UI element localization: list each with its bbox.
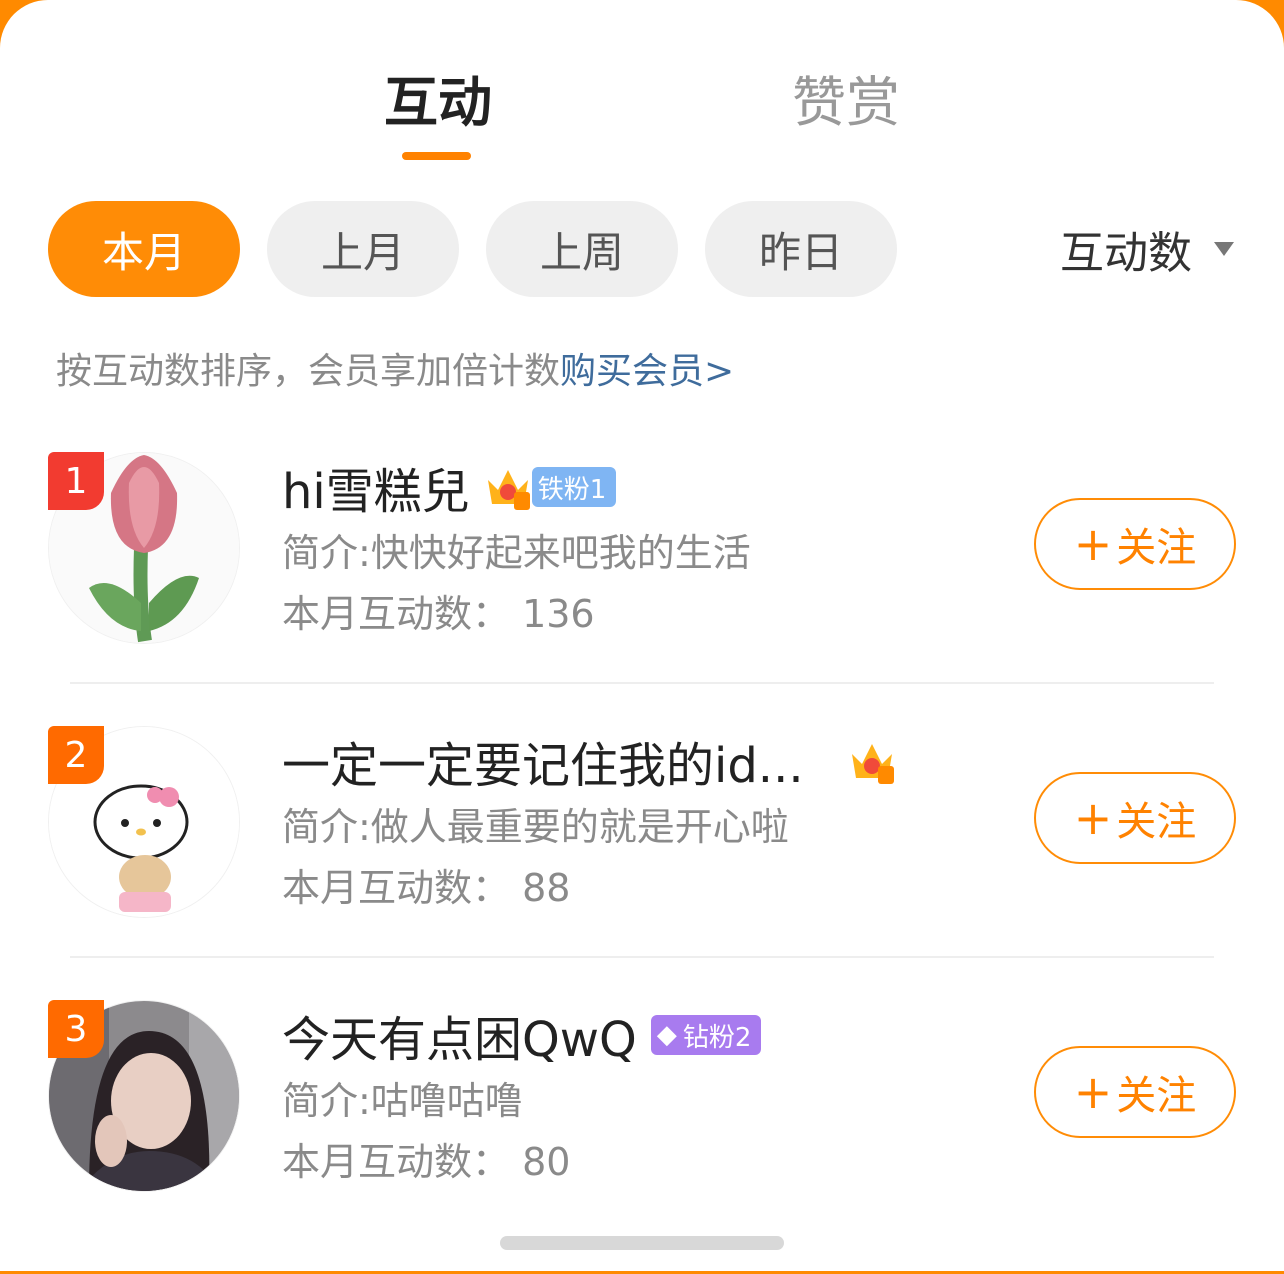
tab-reward[interactable]: 赞赏 bbox=[792, 58, 900, 137]
list-item[interactable]: 3 今天有点困QwQ ◆ 钻粉2 简介:咕噜咕噜 本月互动数： 80 + 关注 bbox=[0, 1000, 1284, 1274]
tab-interaction[interactable]: 互动 bbox=[384, 58, 492, 137]
divider bbox=[70, 956, 1214, 958]
plus-icon: + bbox=[1073, 517, 1113, 571]
tab-active-indicator bbox=[402, 152, 471, 160]
buy-membership-link[interactable]: 购买会员> bbox=[560, 351, 734, 392]
dropdown-arrow-icon bbox=[1214, 242, 1234, 256]
user-intro: 简介:做人最重要的就是开心啦 bbox=[282, 805, 789, 849]
sort-dropdown[interactable]: 互动数 bbox=[1060, 201, 1234, 297]
interaction-count: 本月互动数： 88 bbox=[282, 866, 571, 910]
follow-label: 关注 bbox=[1116, 1073, 1197, 1119]
avatar[interactable]: 2 bbox=[48, 726, 240, 918]
diamond-icon: ◆ bbox=[656, 1020, 677, 1050]
fan-badge: ◆ 钻粉2 bbox=[650, 1015, 762, 1055]
user-info: 今天有点困QwQ ◆ 钻粉2 简介:咕噜咕噜 本月互动数： 80 bbox=[282, 1000, 982, 1192]
avatar[interactable]: 3 bbox=[48, 1000, 240, 1192]
crown-level-icon bbox=[848, 736, 896, 786]
interaction-count: 本月互动数： 80 bbox=[282, 1140, 571, 1184]
list-item[interactable]: 1 hi雪糕兒 铁粉1 简介:快快好起来吧我的生活 本月互动数： 136 + 关… bbox=[0, 452, 1284, 726]
plus-icon: + bbox=[1073, 1065, 1113, 1119]
follow-label: 关注 bbox=[1116, 799, 1197, 845]
follow-button[interactable]: + 关注 bbox=[1034, 1046, 1236, 1138]
sort-hint: 按互动数排序，会员享加倍计数购买会员> bbox=[56, 342, 734, 394]
list-item[interactable]: 2 一定一定要记住我的id... 简介:做人最重要的就是开心啦 本月互动数： 8… bbox=[0, 726, 1284, 1000]
filter-last-month[interactable]: 上月 bbox=[267, 201, 459, 297]
user-name[interactable]: hi雪糕兒 bbox=[282, 452, 470, 522]
fan-badge-label: 铁粉1 bbox=[537, 474, 607, 505]
fan-badge-label: 钻粉2 bbox=[682, 1022, 752, 1053]
follow-button[interactable]: + 关注 bbox=[1034, 498, 1236, 590]
user-intro: 简介:咕噜咕噜 bbox=[282, 1079, 523, 1123]
rank-badge: 2 bbox=[48, 726, 104, 784]
filter-this-month[interactable]: 本月 bbox=[48, 201, 240, 297]
sort-label: 互动数 bbox=[1060, 228, 1192, 279]
follow-label: 关注 bbox=[1116, 525, 1197, 571]
home-indicator[interactable] bbox=[500, 1236, 784, 1250]
filter-last-week[interactable]: 上周 bbox=[486, 201, 678, 297]
follow-button[interactable]: + 关注 bbox=[1034, 772, 1236, 864]
user-name[interactable]: 今天有点困QwQ bbox=[282, 1000, 637, 1070]
user-name[interactable]: 一定一定要记住我的id... bbox=[282, 726, 804, 796]
rank-badge: 3 bbox=[48, 1000, 104, 1058]
filter-yesterday[interactable]: 昨日 bbox=[705, 201, 897, 297]
fan-badge: 铁粉1 bbox=[531, 467, 617, 507]
avatar[interactable]: 1 bbox=[48, 452, 240, 644]
page-sheet: 互动 赞赏 本月 上月 上周 昨日 互动数 按互动数排序，会员享加倍计数购买会员… bbox=[0, 0, 1284, 1271]
crown-level-icon bbox=[484, 462, 532, 512]
rank-badge: 1 bbox=[48, 452, 104, 510]
hint-text: 按互动数排序，会员享加倍计数 bbox=[56, 351, 561, 392]
divider bbox=[70, 682, 1214, 684]
user-info: 一定一定要记住我的id... 简介:做人最重要的就是开心啦 本月互动数： 88 bbox=[282, 726, 942, 918]
plus-icon: + bbox=[1073, 791, 1113, 845]
interaction-count: 本月互动数： 136 bbox=[282, 592, 595, 636]
user-intro: 简介:快快好起来吧我的生活 bbox=[282, 531, 751, 575]
tab-bar: 互动 赞赏 bbox=[0, 58, 1284, 168]
user-info: hi雪糕兒 铁粉1 简介:快快好起来吧我的生活 本月互动数： 136 bbox=[282, 452, 982, 644]
